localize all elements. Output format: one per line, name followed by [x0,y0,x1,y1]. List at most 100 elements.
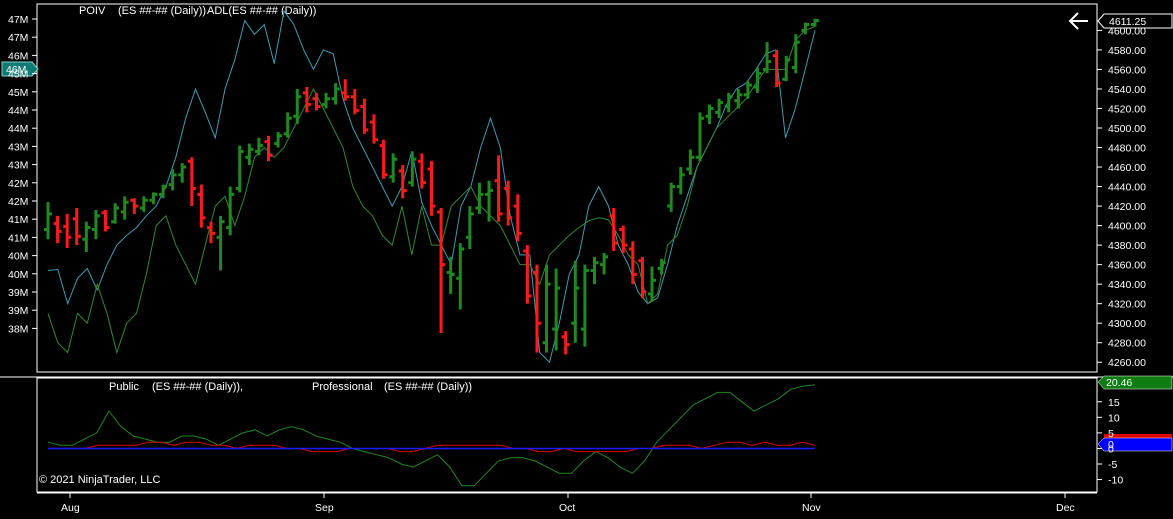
price-bar [82,221,91,252]
price-tick-label: 4260.00 [1108,357,1146,369]
price-bar [91,209,100,240]
price-bar [254,137,263,156]
price-tick-label: 4360.00 [1108,260,1146,272]
price-bar [187,157,196,207]
adl-tick-label: 45M [8,87,28,99]
indicator-panel-frame [36,377,1098,493]
price-bar [485,180,494,222]
price-bar [226,186,235,236]
indicator-series-label-3: (ES ##-## (Daily)) [384,381,472,393]
price-bar [427,161,436,216]
x-tick-label: Nov [802,502,821,514]
price-bar [101,209,110,232]
price-bar [552,268,561,351]
price-bar [532,264,541,353]
price-bar [274,131,283,148]
price-bar [159,184,168,199]
adl-tick-label: 39M [8,287,28,299]
price-bar [667,182,676,212]
adl-tick-label: 41M [8,232,28,244]
price-bar [763,42,772,74]
price-bar [542,264,551,353]
chart-canvas: POIV (ES ##-## (Daily)) ADL(ES ##-## (Da… [0,3,1173,514]
price-bar [638,256,647,298]
price-tick-label: 4580.00 [1108,45,1146,57]
price-tick-label: 4460.00 [1108,162,1146,174]
price-bar [782,55,791,82]
public-line [47,384,816,487]
indicator-tick-label: 15 [1108,397,1120,409]
indicator-tick-label: 10 [1108,412,1120,424]
price-bar [600,252,609,275]
adl-tick-label: 42M [8,178,28,190]
indicator-tick-label: -10 [1108,475,1123,487]
price-bar [216,215,225,271]
price-tick-label: 4480.00 [1108,143,1146,155]
price-bar [360,98,369,134]
price-bar [398,165,407,199]
price-bar [446,256,455,294]
axis-ticks: 4600.00 4580.00 4560.00 4540.00 4520.00 4500.… [8,14,1146,514]
price-bar [695,112,704,162]
price-tick-label: 4440.00 [1108,182,1146,194]
adl-tick-label: 46M [8,50,28,62]
price-tick-label: 4380.00 [1108,240,1146,252]
price-series-label-2: ADL(ES ##-## (Daily)) [207,5,316,17]
adl-tick-label: 44M [8,123,28,135]
price-tick-label: 4540.00 [1108,84,1146,96]
price-bar [676,167,685,195]
price-tick-label: 4320.00 [1108,299,1146,311]
price-tick-label: 4400.00 [1108,221,1146,233]
indicator-series-label-1: (ES ##-## (Daily)), [152,381,243,393]
x-tick-label: Sep [315,502,334,514]
price-tick-label: 4300.00 [1108,318,1146,330]
price-bar [734,88,743,109]
price-bar [235,145,244,193]
copyright: © 2021 NinjaTrader, LLC [39,474,160,486]
adl-tick-label: 40M [8,269,28,281]
price-title: POIV [79,5,106,17]
x-tick-label: Dec [1056,502,1075,514]
adl-tick-label: 39M [8,305,28,317]
back-arrow-icon[interactable] [1068,12,1088,30]
price-bar [724,92,733,113]
svg-text:20.46: 20.46 [1106,377,1132,389]
price-bar [417,153,426,189]
price-bar [63,213,72,249]
price-bar [322,92,331,109]
price-bar [705,104,714,125]
price-bar [811,18,819,27]
price-tick-label: 4520.00 [1108,103,1146,115]
price-tick-label: 4420.00 [1108,201,1146,213]
price-bar [53,215,62,244]
price-bar [686,149,695,175]
price-bar [465,206,474,250]
price-tick-label: 4280.00 [1108,338,1146,350]
price-bar [197,184,206,228]
adl-tick-label: 40M [8,251,28,263]
adl-tick-label: 42M [8,196,28,208]
indicator-green-badge: 20.46 [1097,375,1173,390]
price-bar [580,264,589,347]
price-bar [369,114,378,144]
price-bar [293,88,302,125]
indicator-title: Public [109,381,139,393]
price-bar [178,163,187,183]
adl-tick-label: 38M [8,323,28,335]
price-bar [791,34,800,74]
price-tick-label: 4560.00 [1108,64,1146,76]
price-bar [72,208,81,246]
price-bar [379,139,388,179]
price-bar [168,168,177,191]
price-bar [44,202,52,240]
indicator-lines [47,384,816,487]
price-bar [561,331,570,355]
price-bar [312,92,321,111]
price-bar [130,198,139,214]
price-bars [44,18,819,355]
x-tick-label: Oct [559,502,575,514]
x-tick-label: Aug [61,502,80,514]
price-panel-frame [36,3,1098,373]
price-bar [111,203,120,224]
price-tick-label: 4340.00 [1108,279,1146,291]
